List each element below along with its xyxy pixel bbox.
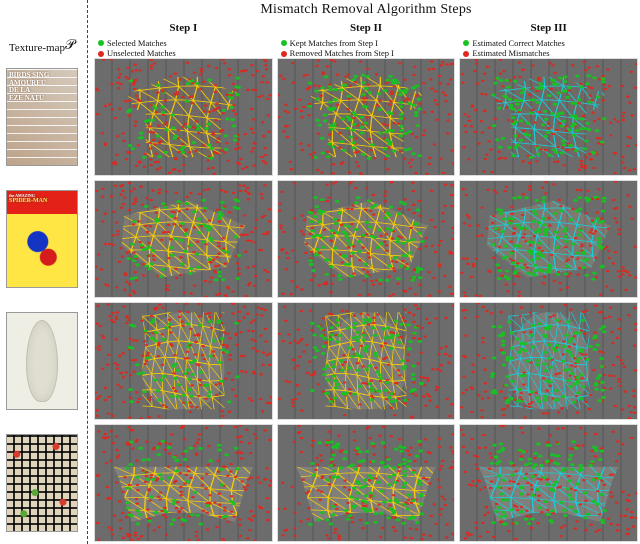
- dot-icon: [281, 51, 287, 57]
- match-points: [95, 181, 272, 297]
- figure-grid: Texture-map 𝒫 Mismatch Removal Algorithm…: [0, 0, 640, 544]
- match-points: [278, 59, 455, 175]
- dot-icon: [463, 40, 469, 46]
- texture-map-label-text: Texture-map: [9, 42, 65, 54]
- dot-icon: [98, 51, 104, 57]
- pillow-line: AMOUREU: [9, 80, 75, 88]
- match-points: [278, 181, 455, 297]
- texture-map-label: Texture-map 𝒫: [0, 0, 84, 56]
- legend-text: Estimated Correct Matches: [472, 38, 565, 49]
- pillow-line: EZE NATU: [9, 95, 75, 103]
- result-cell: [459, 302, 638, 420]
- match-points: [460, 59, 637, 175]
- match-points: [278, 303, 455, 419]
- match-points: [95, 303, 272, 419]
- result-cell: [277, 424, 456, 542]
- step-2-title: Step II: [281, 22, 452, 36]
- result-cell: [94, 58, 273, 176]
- dot-icon: [98, 40, 104, 46]
- result-cell: [277, 58, 456, 176]
- result-cell: [277, 180, 456, 298]
- sole-shape-icon: [26, 320, 58, 403]
- step-2-header: Step II Kept Matches from Step I Removed…: [275, 22, 458, 56]
- result-cell: [459, 58, 638, 176]
- pillow-text: BIRDS SING AMOUREU DE LA EZE NATU: [7, 69, 77, 165]
- match-points: [460, 181, 637, 297]
- match-points: [278, 425, 455, 541]
- texture-map-symbol: 𝒫: [65, 38, 75, 54]
- match-points: [95, 59, 272, 175]
- result-cell: [459, 180, 638, 298]
- texture-thumb-sole: [6, 312, 78, 410]
- step-3-title: Step III: [463, 22, 634, 36]
- pillow-line: BIRDS SING: [9, 72, 75, 80]
- texture-thumb-waffle: [6, 434, 78, 532]
- step-1-header: Step I Selected Matches Unselected Match…: [92, 22, 275, 56]
- match-points: [95, 425, 272, 541]
- result-cell: [94, 302, 273, 420]
- result-cell: [94, 180, 273, 298]
- texture-thumb-pillow: BIRDS SING AMOUREU DE LA EZE NATU: [6, 68, 78, 166]
- comic-line: SPIDER-MAN: [9, 198, 75, 205]
- step-3-header: Step III Estimated Correct Matches Estim…: [457, 22, 640, 56]
- pillow-line: DE LA: [9, 87, 75, 95]
- dot-icon: [281, 40, 287, 46]
- dot-icon: [463, 51, 469, 57]
- result-cell: [459, 424, 638, 542]
- legend-text: Kept Matches from Step I: [290, 38, 378, 49]
- result-cell: [277, 302, 456, 420]
- result-cell: [94, 424, 273, 542]
- step-1-title: Step I: [98, 22, 269, 36]
- comic-text: the AMAZING SPIDER-MAN: [7, 191, 77, 287]
- match-points: [460, 303, 637, 419]
- texture-thumb-comic: the AMAZING SPIDER-MAN: [6, 190, 78, 288]
- match-points: [460, 425, 637, 541]
- figure-title: Mismatch Removal Algorithm Steps: [92, 0, 640, 22]
- legend-text: Selected Matches: [107, 38, 167, 49]
- vertical-divider: [87, 0, 92, 544]
